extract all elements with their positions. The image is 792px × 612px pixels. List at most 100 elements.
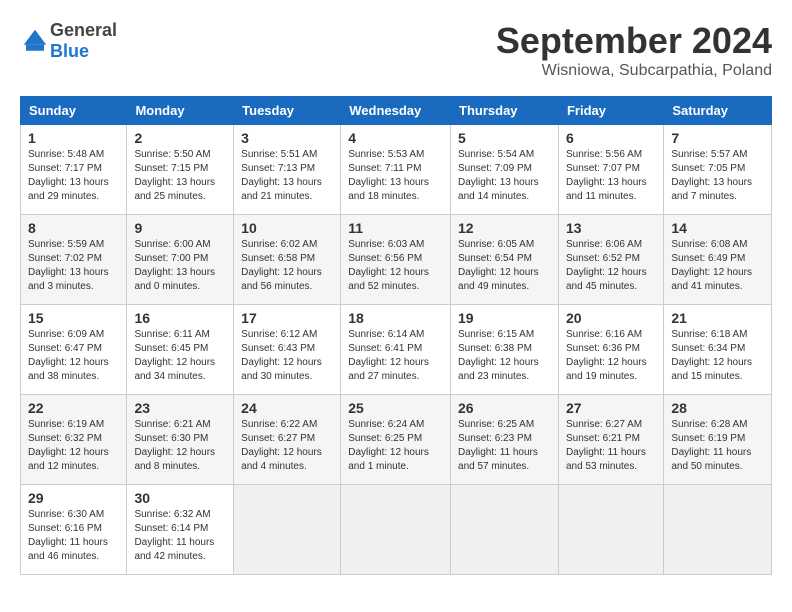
day-info: Sunrise: 6:06 AM Sunset: 6:52 PM Dayligh…	[566, 238, 656, 294]
location-subtitle: Wisniowa, Subcarpathia, Poland	[496, 62, 772, 80]
calendar-cell: 12 Sunrise: 6:05 AM Sunset: 6:54 PM Dayli…	[451, 215, 559, 305]
day-number: 18	[348, 310, 443, 326]
calendar-cell: 11Sunrise: 6:03 AM Sunset: 6:56 PM Dayli…	[341, 215, 451, 305]
day-info: Sunrise: 6:12 AM Sunset: 6:43 PM Dayligh…	[241, 328, 333, 384]
day-number: 16	[134, 310, 226, 326]
calendar-cell: 22 Sunrise: 6:19 AM Sunset: 6:32 PM Dayli…	[21, 395, 127, 485]
day-number: 3	[241, 130, 333, 146]
day-number: 7	[671, 130, 764, 146]
day-number: 26	[458, 400, 551, 416]
month-title: September 2024	[496, 20, 772, 62]
day-info: Sunrise: 6:19 AM Sunset: 6:32 PM Dayligh…	[28, 418, 119, 474]
day-number: 5	[458, 130, 551, 146]
day-number: 8	[28, 220, 119, 236]
calendar-cell: 25 Sunrise: 6:24 AM Sunset: 6:25 PM Dayli…	[341, 395, 451, 485]
col-monday: Monday	[127, 97, 234, 125]
calendar-cell: 1Sunrise: 5:48 AM Sunset: 7:17 PM Daylig…	[21, 125, 127, 215]
day-number: 2	[134, 130, 226, 146]
calendar-cell: 6 Sunrise: 5:56 AM Sunset: 7:07 PM Daylig…	[558, 125, 663, 215]
col-wednesday: Wednesday	[341, 97, 451, 125]
calendar-table: Sunday Monday Tuesday Wednesday Thursday…	[20, 96, 772, 575]
day-info: Sunrise: 6:15 AM Sunset: 6:38 PM Dayligh…	[458, 328, 551, 384]
calendar-cell: 16 Sunrise: 6:11 AM Sunset: 6:45 PM Dayli…	[127, 305, 234, 395]
day-number: 9	[134, 220, 226, 236]
day-number: 27	[566, 400, 656, 416]
calendar-cell: 8 Sunrise: 5:59 AM Sunset: 7:02 PM Daylig…	[21, 215, 127, 305]
day-info: Sunrise: 6:02 AM Sunset: 6:58 PM Dayligh…	[241, 238, 333, 294]
day-info: Sunrise: 5:53 AM Sunset: 7:11 PM Dayligh…	[348, 148, 443, 204]
day-number: 22	[28, 400, 119, 416]
table-row: 15 Sunrise: 6:09 AM Sunset: 6:47 PM Dayli…	[21, 305, 772, 395]
calendar-header-row: Sunday Monday Tuesday Wednesday Thursday…	[21, 97, 772, 125]
calendar-cell: 18Sunrise: 6:14 AM Sunset: 6:41 PM Dayli…	[341, 305, 451, 395]
col-tuesday: Tuesday	[234, 97, 341, 125]
day-info: Sunrise: 5:57 AM Sunset: 7:05 PM Dayligh…	[671, 148, 764, 204]
day-info: Sunrise: 6:03 AM Sunset: 6:56 PM Dayligh…	[348, 238, 443, 294]
day-number: 21	[671, 310, 764, 326]
day-info: Sunrise: 6:11 AM Sunset: 6:45 PM Dayligh…	[134, 328, 226, 384]
generalblue-logo-icon	[20, 26, 50, 56]
day-info: Sunrise: 6:32 AM Sunset: 6:14 PM Dayligh…	[134, 508, 226, 564]
table-row: 1Sunrise: 5:48 AM Sunset: 7:17 PM Daylig…	[21, 125, 772, 215]
title-section: September 2024 Wisniowa, Subcarpathia, P…	[496, 20, 772, 80]
day-number: 4	[348, 130, 443, 146]
day-info: Sunrise: 6:27 AM Sunset: 6:21 PM Dayligh…	[566, 418, 656, 474]
calendar-cell: 20 Sunrise: 6:16 AM Sunset: 6:36 PM Dayli…	[558, 305, 663, 395]
day-number: 10	[241, 220, 333, 236]
day-number: 25	[348, 400, 443, 416]
day-number: 23	[134, 400, 226, 416]
day-info: Sunrise: 5:59 AM Sunset: 7:02 PM Dayligh…	[28, 238, 119, 294]
calendar-cell: 30Sunrise: 6:32 AM Sunset: 6:14 PM Dayli…	[127, 485, 234, 575]
calendar-cell	[558, 485, 663, 575]
calendar-cell	[451, 485, 559, 575]
day-number: 12	[458, 220, 551, 236]
day-number: 20	[566, 310, 656, 326]
col-sunday: Sunday	[21, 97, 127, 125]
day-info: Sunrise: 6:05 AM Sunset: 6:54 PM Dayligh…	[458, 238, 551, 294]
table-row: 22 Sunrise: 6:19 AM Sunset: 6:32 PM Dayli…	[21, 395, 772, 485]
day-number: 28	[671, 400, 764, 416]
calendar-cell: 10 Sunrise: 6:02 AM Sunset: 6:58 PM Dayli…	[234, 215, 341, 305]
table-row: 8 Sunrise: 5:59 AM Sunset: 7:02 PM Daylig…	[21, 215, 772, 305]
day-info: Sunrise: 5:51 AM Sunset: 7:13 PM Dayligh…	[241, 148, 333, 204]
day-number: 13	[566, 220, 656, 236]
calendar-cell: 9 Sunrise: 6:00 AM Sunset: 7:00 PM Daylig…	[127, 215, 234, 305]
calendar-cell: 17 Sunrise: 6:12 AM Sunset: 6:43 PM Dayli…	[234, 305, 341, 395]
day-number: 1	[28, 130, 119, 146]
logo-blue-text: Blue	[50, 41, 89, 61]
day-info: Sunrise: 5:54 AM Sunset: 7:09 PM Dayligh…	[458, 148, 551, 204]
col-saturday: Saturday	[664, 97, 772, 125]
logo-general-text: General	[50, 20, 117, 40]
col-friday: Friday	[558, 97, 663, 125]
day-info: Sunrise: 6:16 AM Sunset: 6:36 PM Dayligh…	[566, 328, 656, 384]
calendar-cell: 3 Sunrise: 5:51 AM Sunset: 7:13 PM Daylig…	[234, 125, 341, 215]
calendar-cell: 14 Sunrise: 6:08 AM Sunset: 6:49 PM Dayli…	[664, 215, 772, 305]
calendar-cell: 2Sunrise: 5:50 AM Sunset: 7:15 PM Daylig…	[127, 125, 234, 215]
calendar-cell: 13 Sunrise: 6:06 AM Sunset: 6:52 PM Dayli…	[558, 215, 663, 305]
calendar-cell	[341, 485, 451, 575]
table-row: 29Sunrise: 6:30 AM Sunset: 6:16 PM Dayli…	[21, 485, 772, 575]
day-number: 14	[671, 220, 764, 236]
calendar-cell: 28Sunrise: 6:28 AM Sunset: 6:19 PM Dayli…	[664, 395, 772, 485]
day-info: Sunrise: 6:00 AM Sunset: 7:00 PM Dayligh…	[134, 238, 226, 294]
calendar-cell: 7 Sunrise: 5:57 AM Sunset: 7:05 PM Daylig…	[664, 125, 772, 215]
calendar-cell: 19Sunrise: 6:15 AM Sunset: 6:38 PM Dayli…	[451, 305, 559, 395]
calendar-cell: 24 Sunrise: 6:22 AM Sunset: 6:27 PM Dayli…	[234, 395, 341, 485]
day-info: Sunrise: 6:22 AM Sunset: 6:27 PM Dayligh…	[241, 418, 333, 474]
day-info: Sunrise: 6:08 AM Sunset: 6:49 PM Dayligh…	[671, 238, 764, 294]
day-info: Sunrise: 6:09 AM Sunset: 6:47 PM Dayligh…	[28, 328, 119, 384]
day-info: Sunrise: 6:24 AM Sunset: 6:25 PM Dayligh…	[348, 418, 443, 474]
day-number: 24	[241, 400, 333, 416]
calendar-cell: 5 Sunrise: 5:54 AM Sunset: 7:09 PM Daylig…	[451, 125, 559, 215]
day-number: 29	[28, 490, 119, 506]
calendar-cell: 4 Sunrise: 5:53 AM Sunset: 7:11 PM Daylig…	[341, 125, 451, 215]
day-info: Sunrise: 6:18 AM Sunset: 6:34 PM Dayligh…	[671, 328, 764, 384]
header: General Blue September 2024 Wisniowa, Su…	[20, 20, 772, 80]
day-number: 15	[28, 310, 119, 326]
day-info: Sunrise: 5:56 AM Sunset: 7:07 PM Dayligh…	[566, 148, 656, 204]
calendar-cell: 26 Sunrise: 6:25 AM Sunset: 6:23 PM Dayli…	[451, 395, 559, 485]
calendar-cell: 27 Sunrise: 6:27 AM Sunset: 6:21 PM Dayli…	[558, 395, 663, 485]
day-number: 17	[241, 310, 333, 326]
day-info: Sunrise: 6:25 AM Sunset: 6:23 PM Dayligh…	[458, 418, 551, 474]
day-number: 6	[566, 130, 656, 146]
